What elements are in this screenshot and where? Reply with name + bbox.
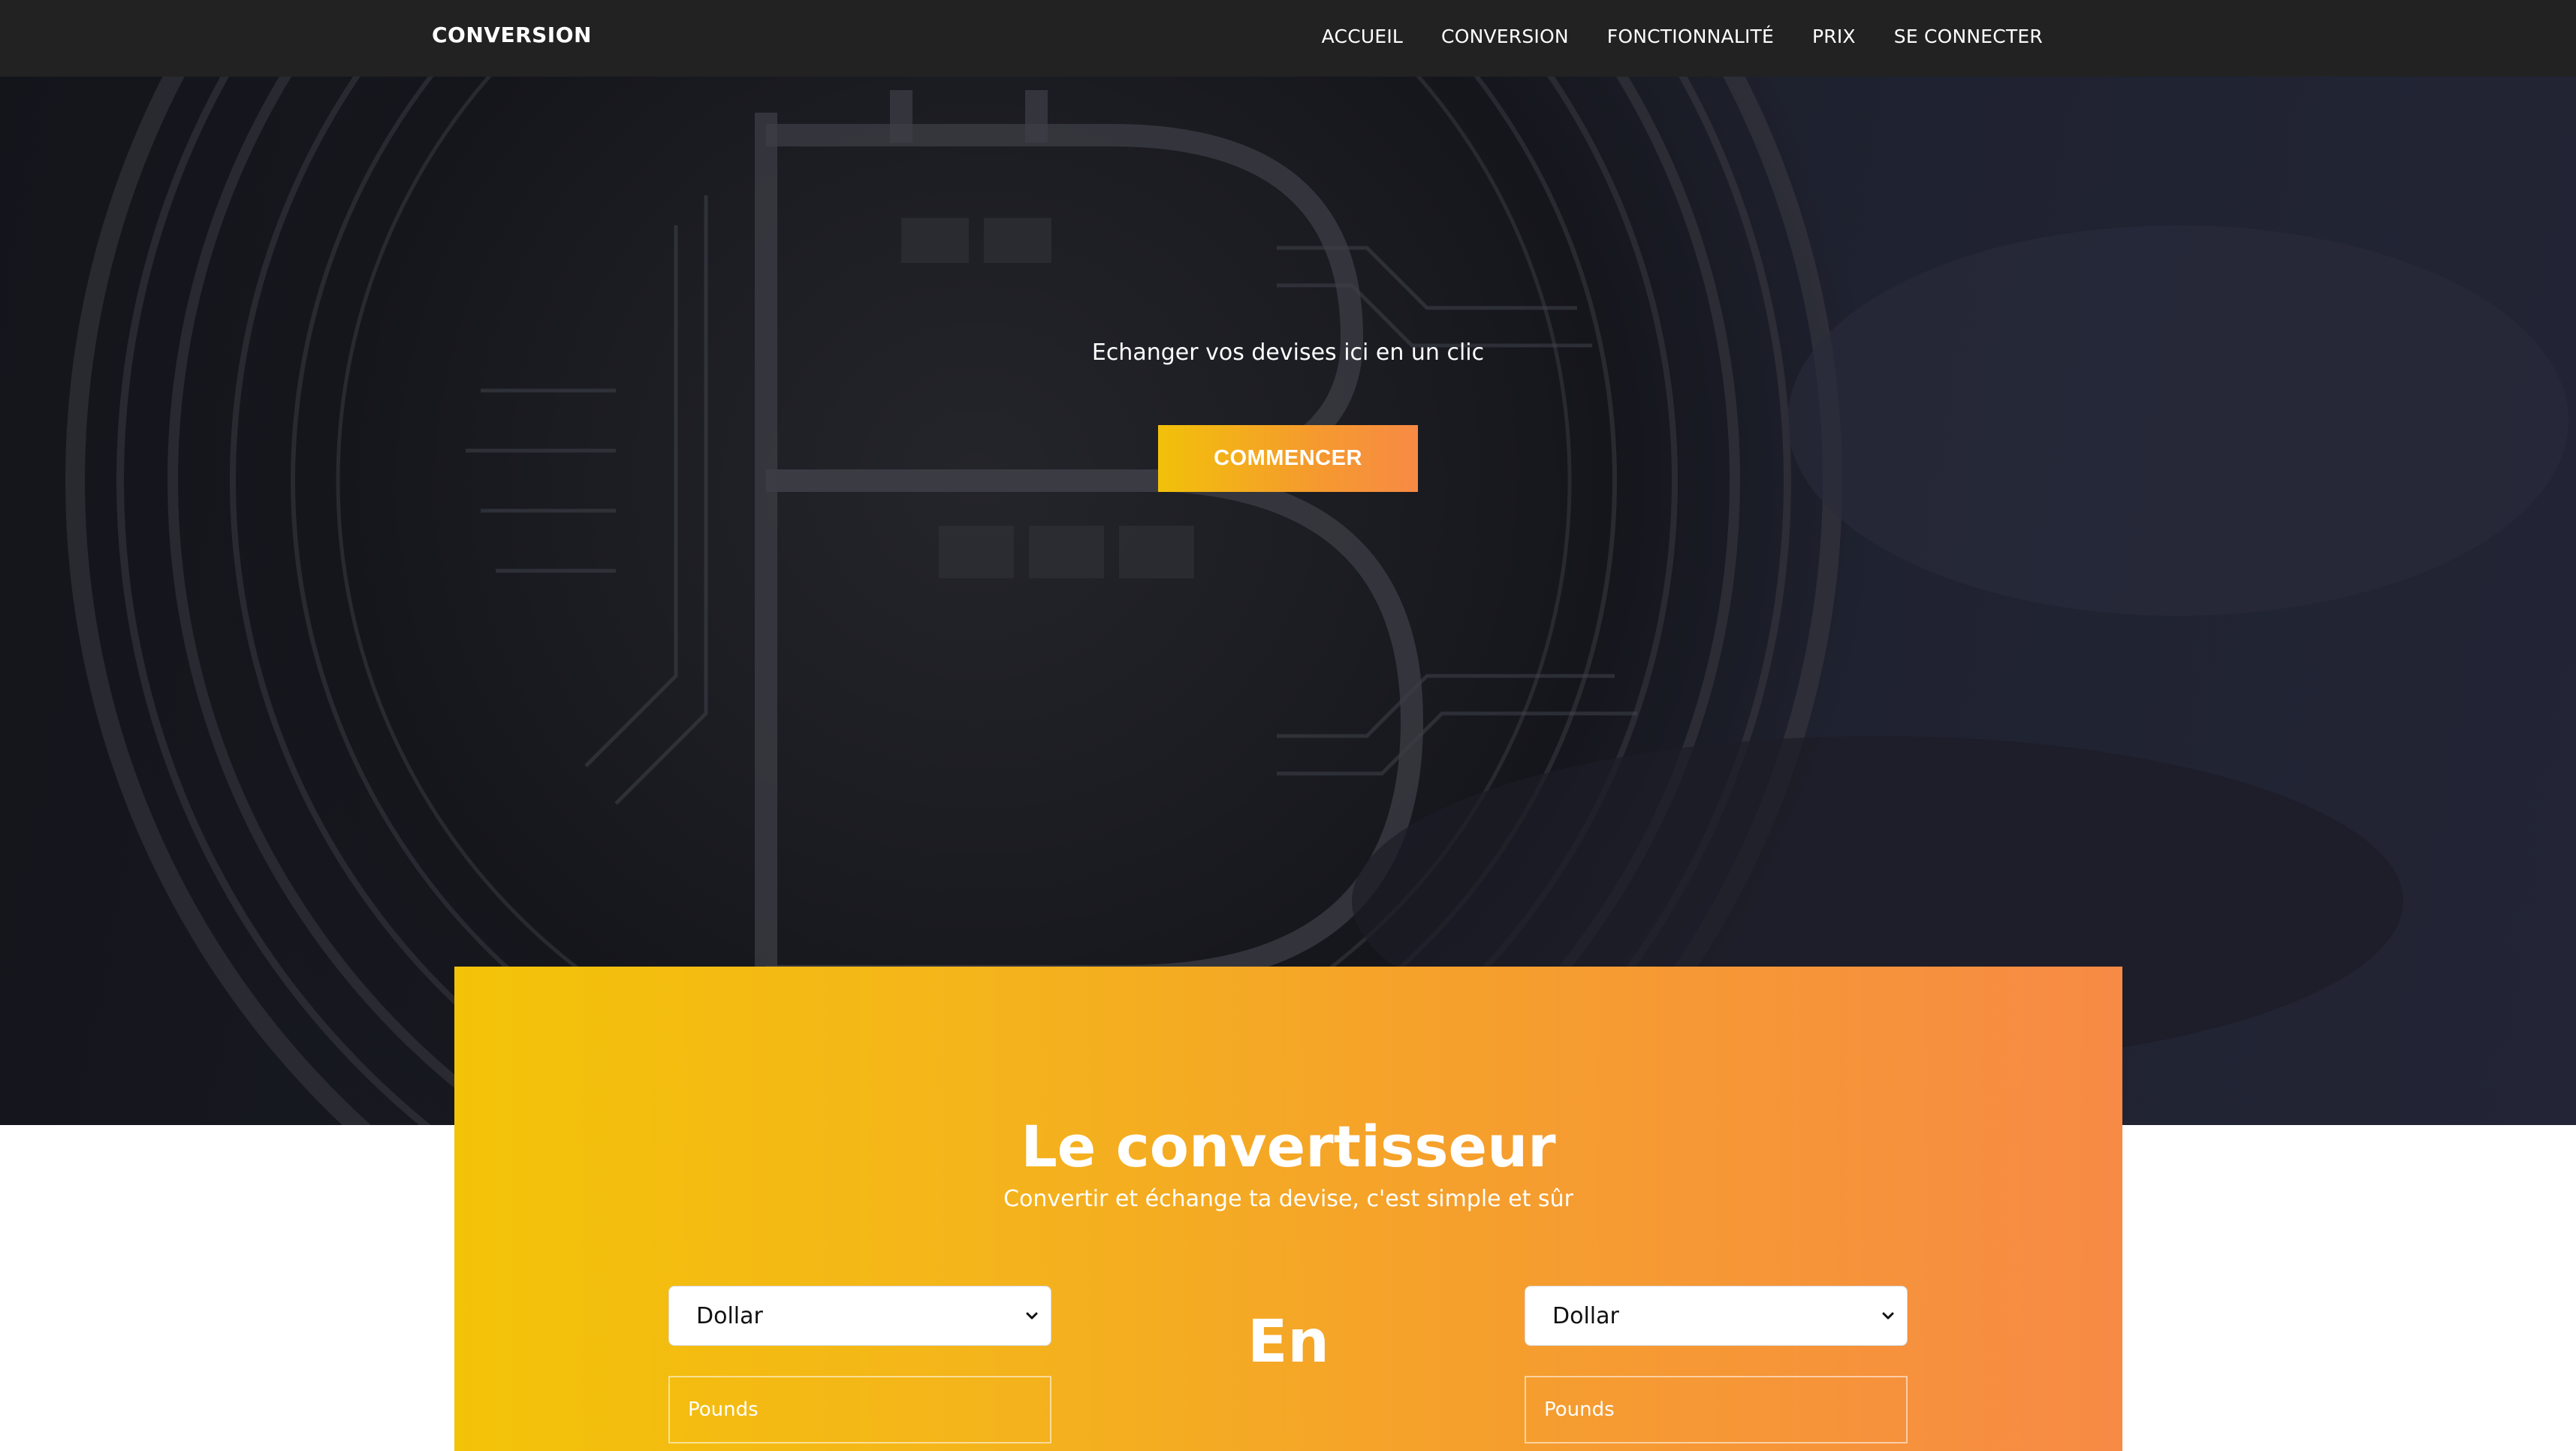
bitcoin-coin-background: [65, 0, 2568, 1125]
hero-tagline: Echanger vos devises ici en un clic: [1091, 339, 1485, 366]
page: Echanger vos devises ici en un clic COMM…: [0, 0, 2576, 1451]
nav-link-conversion[interactable]: CONVERSION: [1441, 26, 1569, 47]
nav-link-prix[interactable]: PRIX: [1812, 26, 1856, 47]
converter-panel: Le convertisseur Convertir et échange ta…: [454, 967, 2122, 1451]
nav-link-accueil[interactable]: ACCUEIL: [1322, 26, 1403, 47]
converter-subtitle: Convertir et échange ta devise, c'est si…: [1003, 1186, 1573, 1212]
nav-menu: ACCUEIL CONVERSION FONCTIONNALITÉ PRIX S…: [1322, 26, 2043, 47]
to-amount-placeholder: Pounds: [1544, 1398, 1615, 1421]
nav-link-se-connecter[interactable]: SE CONNECTER: [1894, 26, 2043, 47]
start-button[interactable]: COMMENCER: [1158, 425, 1418, 492]
from-amount-input[interactable]: Pounds: [668, 1376, 1051, 1443]
converter-title: Le convertisseur: [1021, 1113, 1556, 1180]
navbar: CONVERSION ACCUEIL CONVERSION FONCTIONNA…: [0, 0, 2576, 77]
to-currency-select[interactable]: Dollar: [1525, 1286, 1908, 1346]
hero-section: Echanger vos devises ici en un clic COMM…: [0, 0, 2576, 1125]
nav-link-fonctionnalite[interactable]: FONCTIONNALITÉ: [1607, 26, 1774, 47]
brand-logo[interactable]: CONVERSION: [432, 23, 592, 47]
from-amount-placeholder: Pounds: [688, 1398, 759, 1421]
chevron-down-icon: [1882, 1312, 1894, 1320]
to-currency-value: Dollar: [1552, 1302, 1619, 1329]
to-amount-input[interactable]: Pounds: [1525, 1376, 1908, 1443]
